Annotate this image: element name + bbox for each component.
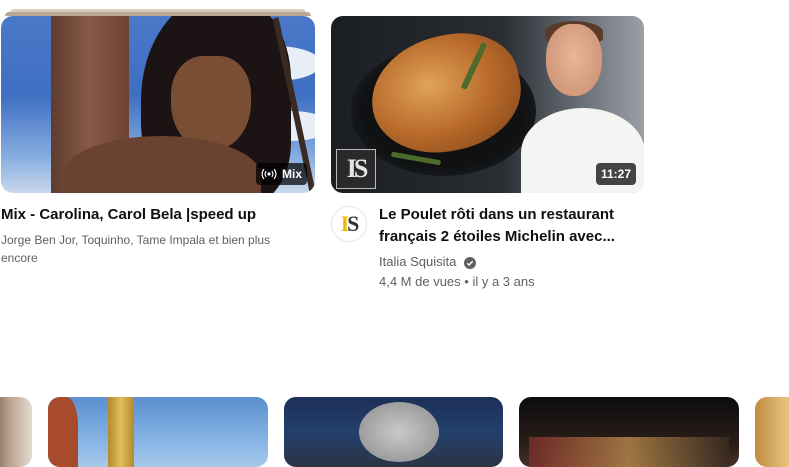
mix-badge-label: Mix (281, 167, 302, 181)
video-stats: 4,4 M de vues • il y a 3 ans (379, 273, 535, 291)
next-row-thumbnail[interactable] (519, 397, 739, 467)
poulet-thumbnail[interactable]: IS 11:27 (331, 16, 644, 193)
next-row-thumbnail[interactable] (0, 397, 32, 467)
channel-watermark: IS (336, 149, 376, 189)
thumbnail-chef-face (546, 24, 602, 96)
view-count: 4,4 M de vues (379, 274, 461, 289)
channel-name-row[interactable]: Italia Squisita (379, 253, 476, 271)
video-title-line: Le Poulet rôti dans un restaurant (379, 206, 615, 223)
video-title-line: français 2 étoiles Michelin avec... (379, 228, 615, 245)
mix-badge: Mix (255, 163, 307, 185)
next-row-thumbnail[interactable] (755, 397, 789, 467)
verified-check-icon (463, 256, 476, 269)
mix-subtitle: Jorge Ben Jor, Toquinho, Tame Impala et … (1, 233, 271, 265)
thumbnail-detail (529, 437, 729, 467)
thumbnail-detail (108, 397, 134, 467)
duration-badge: 11:27 (595, 163, 636, 185)
meta-separator: • (464, 274, 469, 289)
channel-avatar[interactable]: IS (331, 206, 367, 242)
upload-age: il y a 3 ans (472, 274, 535, 289)
avatar-letter: S (347, 211, 359, 236)
duration-label: 11:27 (600, 167, 631, 181)
video-title[interactable]: Mix - Carolina, Carol Bela |speed up (1, 204, 311, 226)
mix-thumbnail[interactable]: Mix (1, 16, 315, 193)
video-title[interactable]: Le Poulet rôti dans un restaurant frança… (379, 204, 639, 248)
next-row-thumbnail[interactable] (48, 397, 268, 467)
channel-name[interactable]: Italia Squisita (379, 254, 456, 269)
thumbnail-detail (48, 397, 78, 467)
next-row-thumbnail[interactable] (284, 397, 503, 467)
radio-broadcast-icon (261, 168, 277, 180)
thumbnail-detail (359, 402, 439, 462)
